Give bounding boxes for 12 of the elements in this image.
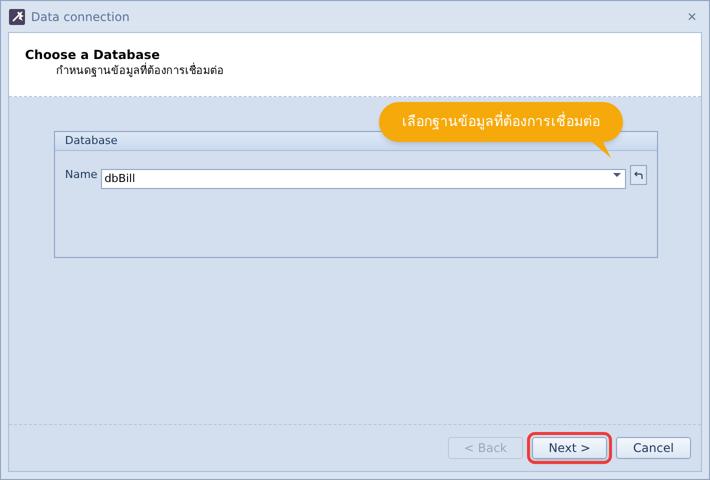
database-field[interactable]: dbBill bbox=[101, 168, 626, 188]
window-title: Data connection bbox=[31, 8, 130, 26]
wizard-icon bbox=[9, 8, 25, 24]
group-title: Database bbox=[65, 132, 118, 149]
undo-icon bbox=[634, 171, 643, 179]
callout-text: เลือกฐานข้อมูลที่ต้องการเชื่อมต่อ bbox=[402, 112, 600, 132]
wizard-button[interactable]: Cancel bbox=[616, 437, 691, 459]
page-title: Choose a Database bbox=[25, 47, 161, 62]
dropdown-icon[interactable] bbox=[613, 173, 621, 177]
undo-button[interactable] bbox=[630, 165, 647, 185]
name-label: Name bbox=[65, 166, 98, 183]
page-subtitle: กำหนดฐานข้อมูลที่ต้องการเชื่อมต่อ bbox=[56, 62, 225, 79]
